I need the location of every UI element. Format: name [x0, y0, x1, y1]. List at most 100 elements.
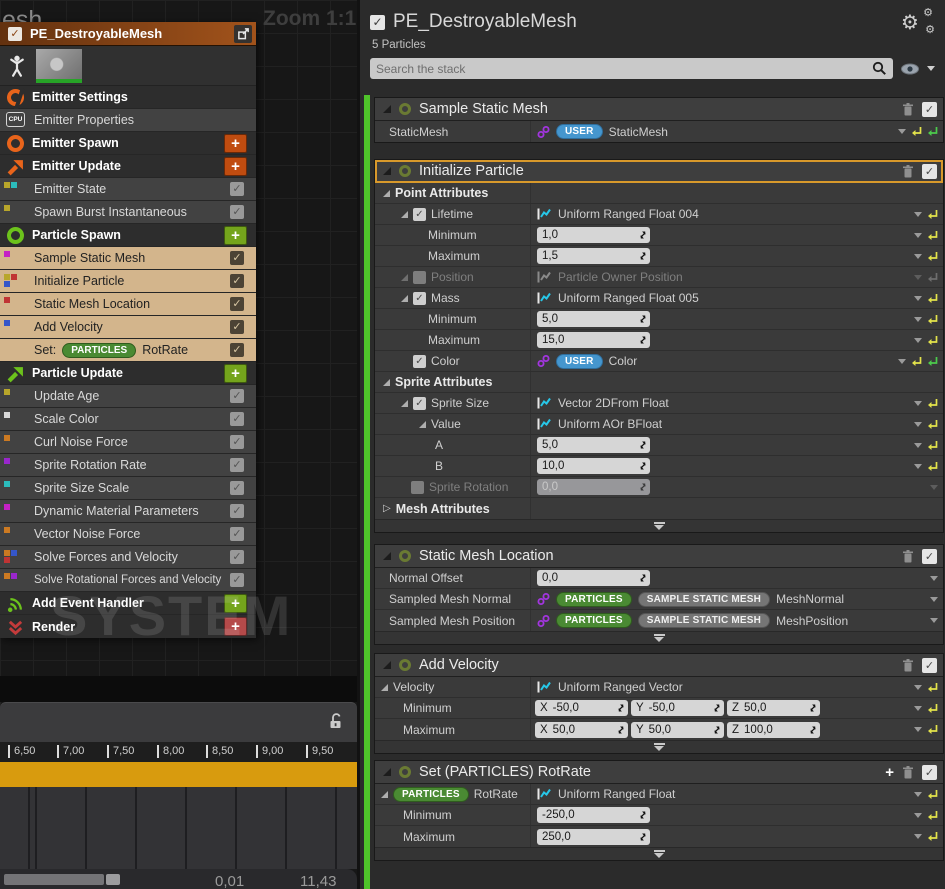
- module-enabled-checkbox[interactable]: ✓: [922, 164, 937, 179]
- number-input[interactable]: 1,0: [537, 227, 650, 243]
- value-row-minimum[interactable]: Minimum 1,0: [375, 225, 943, 246]
- group-row[interactable]: Point Attributes: [375, 183, 943, 204]
- expander-triangle-icon[interactable]: [401, 211, 408, 218]
- emitter-row-emitter-properties[interactable]: CPU Emitter Properties: [0, 109, 256, 132]
- reset-to-base-icon[interactable]: [928, 356, 938, 367]
- search-input[interactable]: [376, 62, 872, 76]
- reset-icon[interactable]: [928, 724, 938, 735]
- add-module-button[interactable]: +: [224, 134, 247, 153]
- module-enabled-checkbox[interactable]: ✓: [230, 182, 244, 196]
- emitter-row-solve-forces[interactable]: Solve Forces and Velocity ✓: [0, 546, 256, 569]
- module-enabled-checkbox[interactable]: ✓: [922, 658, 937, 673]
- scrollbar-handle[interactable]: [106, 874, 120, 885]
- emitter-row-spawn-burst[interactable]: Spawn Burst Instantaneous ✓: [0, 201, 256, 224]
- dropdown-icon[interactable]: [914, 727, 922, 732]
- module-enabled-checkbox[interactable]: ✓: [230, 320, 244, 334]
- emitter-row-sprite-rotation-rate[interactable]: Sprite Rotation Rate ✓: [0, 454, 256, 477]
- scrollbar-thumb[interactable]: [4, 874, 104, 885]
- value-row-minimum[interactable]: Minimum -250,0: [375, 805, 943, 826]
- emitter-row-add-velocity[interactable]: Add Velocity ✓: [0, 316, 256, 339]
- reset-icon[interactable]: [928, 230, 938, 241]
- value-row-maximum[interactable]: Maximum 1,5: [375, 246, 943, 267]
- reset-icon[interactable]: [912, 356, 922, 367]
- emitter-row-solve-rotational-forces[interactable]: Solve Rotational Forces and Velocity ✓: [0, 569, 256, 592]
- number-input[interactable]: 15,0: [537, 332, 650, 348]
- expander-triangle-icon[interactable]: [401, 295, 408, 302]
- dropdown-icon[interactable]: [898, 359, 906, 364]
- dropdown-icon[interactable]: [914, 792, 922, 797]
- emitter-row-emitter-spawn[interactable]: Emitter Spawn +: [0, 132, 256, 155]
- module-enabled-checkbox[interactable]: ✓: [230, 251, 244, 265]
- dropdown-icon[interactable]: [914, 275, 922, 280]
- value-row-a[interactable]: A 5,0: [375, 435, 943, 456]
- expander-triangle-icon[interactable]: [383, 190, 390, 197]
- graph-viewport[interactable]: esh Zoom 1:1 SYSTEM ✓ PE_DestroyableMesh…: [0, 0, 357, 889]
- dropdown-icon[interactable]: [930, 618, 938, 623]
- vector-y-input[interactable]: Y-50,0: [631, 700, 724, 716]
- value-row-maximum[interactable]: Maximum 15,0: [375, 330, 943, 351]
- emitter-row-particle-update[interactable]: Particle Update +: [0, 362, 256, 385]
- emitter-row-initialize-particle[interactable]: Initialize Particle ✓: [0, 270, 256, 293]
- delete-icon[interactable]: [902, 659, 914, 672]
- reset-icon[interactable]: [928, 810, 938, 821]
- dropdown-icon[interactable]: [914, 706, 922, 711]
- emitter-row-set-rotrate[interactable]: Set: PARTICLES RotRate ✓: [0, 339, 256, 362]
- dropdown-icon[interactable]: [930, 597, 938, 602]
- number-input[interactable]: 0,0: [537, 570, 650, 586]
- number-input[interactable]: 5,0: [537, 311, 650, 327]
- expander-triangle-icon[interactable]: [383, 379, 390, 386]
- expander-triangle-icon[interactable]: [401, 274, 408, 281]
- section-header[interactable]: Initialize Particle ✓: [375, 160, 943, 183]
- module-enabled-checkbox[interactable]: ✓: [230, 504, 244, 518]
- param-row-staticmesh[interactable]: StaticMesh USER StaticMesh: [375, 121, 943, 142]
- timeline-ruler[interactable]: 6,50 7,00 7,50 8,00 8,50 9,00 9,50: [0, 742, 357, 762]
- emitter-row-dynamic-material-parameters[interactable]: Dynamic Material Parameters ✓: [0, 500, 256, 523]
- collapsed-triangle-icon[interactable]: ▷: [383, 503, 391, 514]
- module-enabled-checkbox[interactable]: ✓: [230, 389, 244, 403]
- dropdown-icon[interactable]: [930, 485, 938, 490]
- emitter-row-curl-noise-force[interactable]: Curl Noise Force ✓: [0, 431, 256, 454]
- dropdown-icon[interactable]: [914, 233, 922, 238]
- dropdown-icon[interactable]: [914, 443, 922, 448]
- expander-triangle-icon[interactable]: [383, 552, 391, 560]
- group-row-mesh-attributes[interactable]: ▷Mesh Attributes: [375, 498, 943, 519]
- reset-icon[interactable]: [928, 335, 938, 346]
- vector-row-maximum[interactable]: Maximum X50,0 Y50,0 Z100,0: [375, 719, 943, 740]
- emitter-row-sample-static-mesh[interactable]: Sample Static Mesh ✓: [0, 247, 256, 270]
- add-parameter-button[interactable]: +: [885, 765, 894, 780]
- vector-x-input[interactable]: X50,0: [535, 722, 628, 738]
- emitter-row-particle-spawn[interactable]: Particle Spawn +: [0, 224, 256, 247]
- emitter-row-update-age[interactable]: Update Age ✓: [0, 385, 256, 408]
- section-header[interactable]: Sample Static Mesh ✓: [375, 98, 943, 121]
- vector-y-input[interactable]: Y50,0: [631, 722, 724, 738]
- dropdown-icon[interactable]: [914, 834, 922, 839]
- attr-row-position-disabled[interactable]: Position Particle Owner Position: [375, 267, 943, 288]
- module-enabled-checkbox[interactable]: ✓: [230, 458, 244, 472]
- number-input[interactable]: 250,0: [537, 829, 650, 845]
- open-emitter-button[interactable]: [234, 25, 252, 43]
- reset-icon[interactable]: [928, 440, 938, 451]
- module-enabled-checkbox[interactable]: ✓: [230, 343, 244, 357]
- reset-icon[interactable]: [928, 293, 938, 304]
- value-row-normal-offset[interactable]: Normal Offset 0,0: [375, 568, 943, 589]
- value-row-b[interactable]: B 10,0: [375, 456, 943, 477]
- number-input[interactable]: -250,0: [537, 807, 650, 823]
- expander-triangle-icon[interactable]: [383, 768, 391, 776]
- value-row-maximum[interactable]: Maximum 250,0: [375, 826, 943, 847]
- emitter-row-emitter-update[interactable]: Emitter Update +: [0, 155, 256, 178]
- param-row-sampled-mesh-normal[interactable]: Sampled Mesh Normal PARTICLES SAMPLE STA…: [375, 589, 943, 610]
- number-input[interactable]: 1,5: [537, 248, 650, 264]
- expander-triangle-icon[interactable]: [401, 400, 408, 407]
- module-enabled-checkbox[interactable]: ✓: [230, 435, 244, 449]
- add-module-button[interactable]: +: [224, 594, 247, 613]
- module-enabled-checkbox[interactable]: ✓: [922, 102, 937, 117]
- dropdown-icon[interactable]: [914, 422, 922, 427]
- dropdown-icon[interactable]: [914, 464, 922, 469]
- module-enabled-checkbox[interactable]: ✓: [922, 549, 937, 564]
- value-row-minimum[interactable]: Minimum 5,0: [375, 309, 943, 330]
- vector-z-input[interactable]: Z50,0: [727, 700, 820, 716]
- module-enabled-checkbox[interactable]: ✓: [230, 274, 244, 288]
- number-input[interactable]: 5,0: [537, 437, 650, 453]
- dropdown-icon[interactable]: [914, 401, 922, 406]
- module-enabled-checkbox[interactable]: ✓: [230, 205, 244, 219]
